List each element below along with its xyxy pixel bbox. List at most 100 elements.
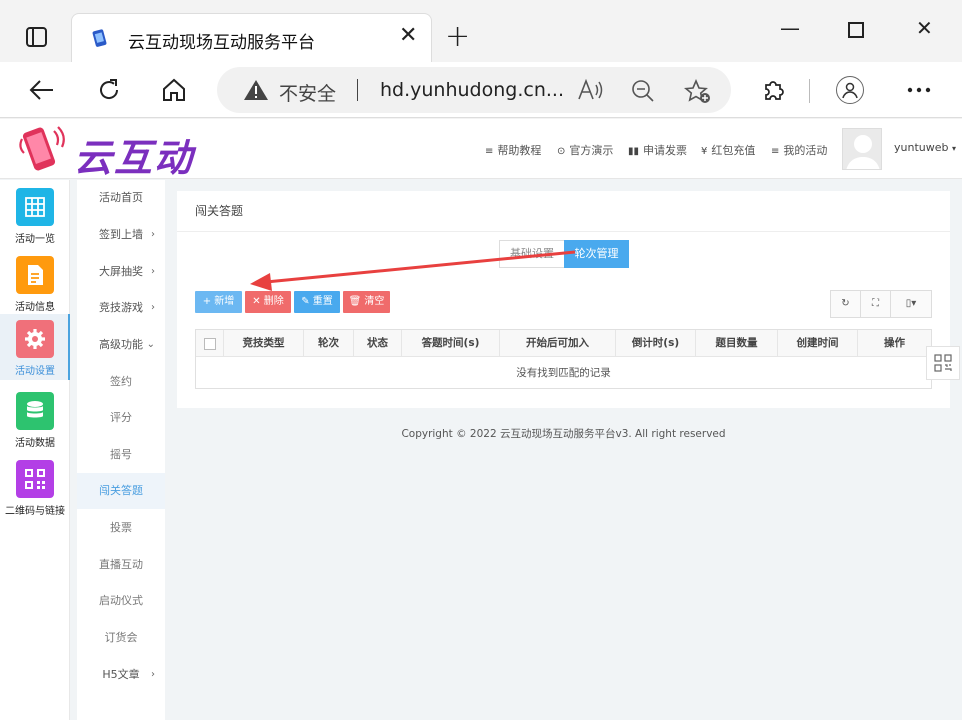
nav-invoice-label: 申请发票 — [643, 144, 688, 157]
new-tab-button[interactable]: + — [445, 22, 470, 52]
column-header[interactable]: 创建时间 — [778, 330, 858, 357]
column-header[interactable]: 开始后可加入 — [500, 330, 616, 357]
submenu-item-sign[interactable]: 签约 — [77, 364, 165, 400]
empty-table-message: 没有找到匹配的记录 — [516, 367, 611, 379]
home-icon[interactable] — [160, 76, 188, 104]
column-header[interactable]: 轮次 — [304, 330, 354, 357]
submenu-label: 摇号 — [110, 448, 132, 461]
table-toolbar: ↻ ⛶ ▯▾ — [830, 290, 932, 318]
page-title: 闯关答题 — [195, 204, 244, 218]
tab-title: 云互动现场互动服务平台 — [128, 33, 315, 53]
sidebar-item-activity-info[interactable]: 活动信息 — [0, 250, 70, 316]
url-text[interactable]: hd.yunhudong.cn... — [380, 79, 564, 101]
nav-my-activities[interactable]: ≡ 我的活动 — [771, 142, 827, 158]
security-label[interactable]: 不安全 — [279, 79, 336, 106]
submenu-item-h5[interactable]: H5文章 › — [77, 657, 165, 693]
browser-tab[interactable]: 云互动现场互动服务平台 ✕ — [71, 13, 432, 62]
delete-button[interactable]: ✕ 删除 — [245, 291, 291, 313]
submenu-item-checkin[interactable]: 签到上墙 › — [77, 217, 165, 253]
logo-text: 云互动 — [74, 136, 195, 180]
add-button[interactable]: + 新增 — [195, 291, 242, 313]
minimize-icon[interactable]: — — [780, 18, 800, 38]
select-all-checkbox[interactable] — [204, 338, 216, 350]
nav-demo[interactable]: ⊙ 官方演示 — [557, 142, 613, 158]
warning-icon[interactable] — [243, 79, 269, 101]
submenu-label: 签约 — [110, 375, 132, 388]
user-silhouette-icon — [846, 135, 880, 169]
sidebar-item-activity-list[interactable]: 活动一览 — [0, 182, 70, 248]
sidebar-item-activity-data[interactable]: 活动数据 — [0, 386, 70, 452]
submenu-item-score[interactable]: 评分 — [77, 400, 165, 436]
site-header: 云互动 ≡ 帮助教程 ⊙ 官方演示 ▮▮ 申请发票 ¥ 红包充值 ≡ 我的活动 yuntu… — [0, 119, 962, 180]
submenu-item-home[interactable]: 活动首页 — [77, 180, 165, 216]
refresh-table-icon[interactable]: ↻ — [831, 291, 861, 317]
submenu-item-lottery[interactable]: 大屏抽奖 › — [77, 254, 165, 290]
grid-icon — [16, 188, 54, 226]
column-header[interactable]: 倒计时(s) — [616, 330, 696, 357]
username-text: yuntuweb — [894, 141, 949, 154]
submenu-label: 竞技游戏 — [99, 301, 143, 314]
submenu-item-quiz[interactable]: 闯关答题 — [77, 473, 165, 509]
nav-my-activities-label: 我的活动 — [783, 144, 828, 157]
submenu-label: 启动仪式 — [99, 594, 143, 607]
address-separator — [357, 79, 358, 101]
read-aloud-icon[interactable] — [577, 79, 603, 101]
sidebar-item-activity-settings[interactable]: 活动设置 — [0, 314, 70, 380]
maximize-icon[interactable] — [848, 22, 864, 38]
submenu-label: 活动首页 — [99, 191, 143, 204]
column-header[interactable]: 题目数量 — [696, 330, 778, 357]
chevron-right-icon: › — [151, 302, 155, 313]
tab-actions-icon[interactable] — [26, 27, 47, 47]
document-icon — [16, 256, 54, 294]
toolbar-divider — [809, 79, 810, 103]
column-header[interactable]: 操作 — [858, 330, 931, 357]
sidebar-label: 活动数据 — [15, 438, 55, 449]
add-favorite-icon[interactable] — [684, 79, 712, 105]
nav-help[interactable]: ≡ 帮助教程 — [485, 142, 541, 158]
tab-basic-settings[interactable]: 基础设置 — [499, 240, 565, 268]
refresh-icon[interactable] — [95, 76, 123, 104]
extensions-icon[interactable] — [760, 76, 788, 104]
floating-qrcode-button[interactable] — [926, 346, 960, 380]
nav-recharge[interactable]: ¥ 红包充值 — [701, 142, 755, 158]
sidebar-item-qrcode[interactable]: 二维码与链接 — [0, 454, 70, 520]
submenu-label: 闯关答题 — [99, 484, 143, 497]
column-header[interactable]: 竞技类型 — [224, 330, 304, 357]
profile-icon[interactable] — [836, 76, 864, 104]
address-bar[interactable]: 不安全 hd.yunhudong.cn... — [217, 67, 731, 113]
submenu-item-games[interactable]: 竞技游戏 › — [77, 290, 165, 326]
submenu-label: 高级功能 — [99, 338, 143, 351]
tab-round-management[interactable]: 轮次管理 — [564, 240, 629, 268]
column-header[interactable]: 状态 — [354, 330, 402, 357]
username-dropdown[interactable]: yuntuweb ▾ — [894, 141, 956, 154]
submenu: 活动首页 签到上墙 › 大屏抽奖 › 竞技游戏 › 高级功能 ⌄ 签约 评分 摇号 闯关… — [77, 180, 165, 720]
column-header[interactable]: 答题时间(s) — [402, 330, 500, 357]
zoom-out-icon[interactable] — [631, 79, 655, 103]
module-sidebar: 活动一览 活动信息 活动设置 活动数据 二维码与链接 — [0, 180, 70, 720]
more-options-icon[interactable] — [905, 76, 933, 104]
submenu-item-live[interactable]: 直播互动 — [77, 547, 165, 583]
sidebar-label: 活动信息 — [15, 302, 55, 313]
clear-button[interactable]: 🗑 清空 — [343, 291, 390, 313]
close-tab-icon[interactable]: ✕ — [399, 25, 417, 47]
submenu-item-vote[interactable]: 投票 — [77, 510, 165, 546]
site-logo[interactable]: 云互动 — [14, 123, 204, 180]
submenu-label: 直播互动 — [99, 558, 143, 571]
back-icon[interactable] — [28, 76, 56, 104]
database-icon — [16, 392, 54, 430]
submenu-item-ceremony[interactable]: 启动仪式 — [77, 583, 165, 619]
reset-button[interactable]: ✎ 重置 — [294, 291, 340, 313]
submenu-label: H5文章 — [102, 668, 140, 681]
submenu-item-draw[interactable]: 摇号 — [77, 437, 165, 473]
fullscreen-icon[interactable]: ⛶ — [861, 291, 891, 317]
submenu-item-order[interactable]: 订货会 — [77, 620, 165, 656]
submenu-item-advanced[interactable]: 高级功能 ⌄ — [77, 327, 165, 363]
main-card: 闯关答题 基础设置 轮次管理 + 新增 ✕ 删除 ✎ 重置 🗑 清空 ↻ ⛶ ▯… — [177, 191, 950, 408]
yen-icon: ¥ — [701, 146, 708, 157]
avatar[interactable] — [842, 128, 882, 170]
divider — [177, 231, 950, 232]
close-window-icon[interactable]: ✕ — [916, 18, 933, 38]
columns-toggle-icon[interactable]: ▯▾ — [891, 291, 931, 317]
nav-invoice[interactable]: ▮▮ 申请发票 — [628, 142, 687, 158]
submenu-label: 大屏抽奖 — [99, 265, 143, 278]
